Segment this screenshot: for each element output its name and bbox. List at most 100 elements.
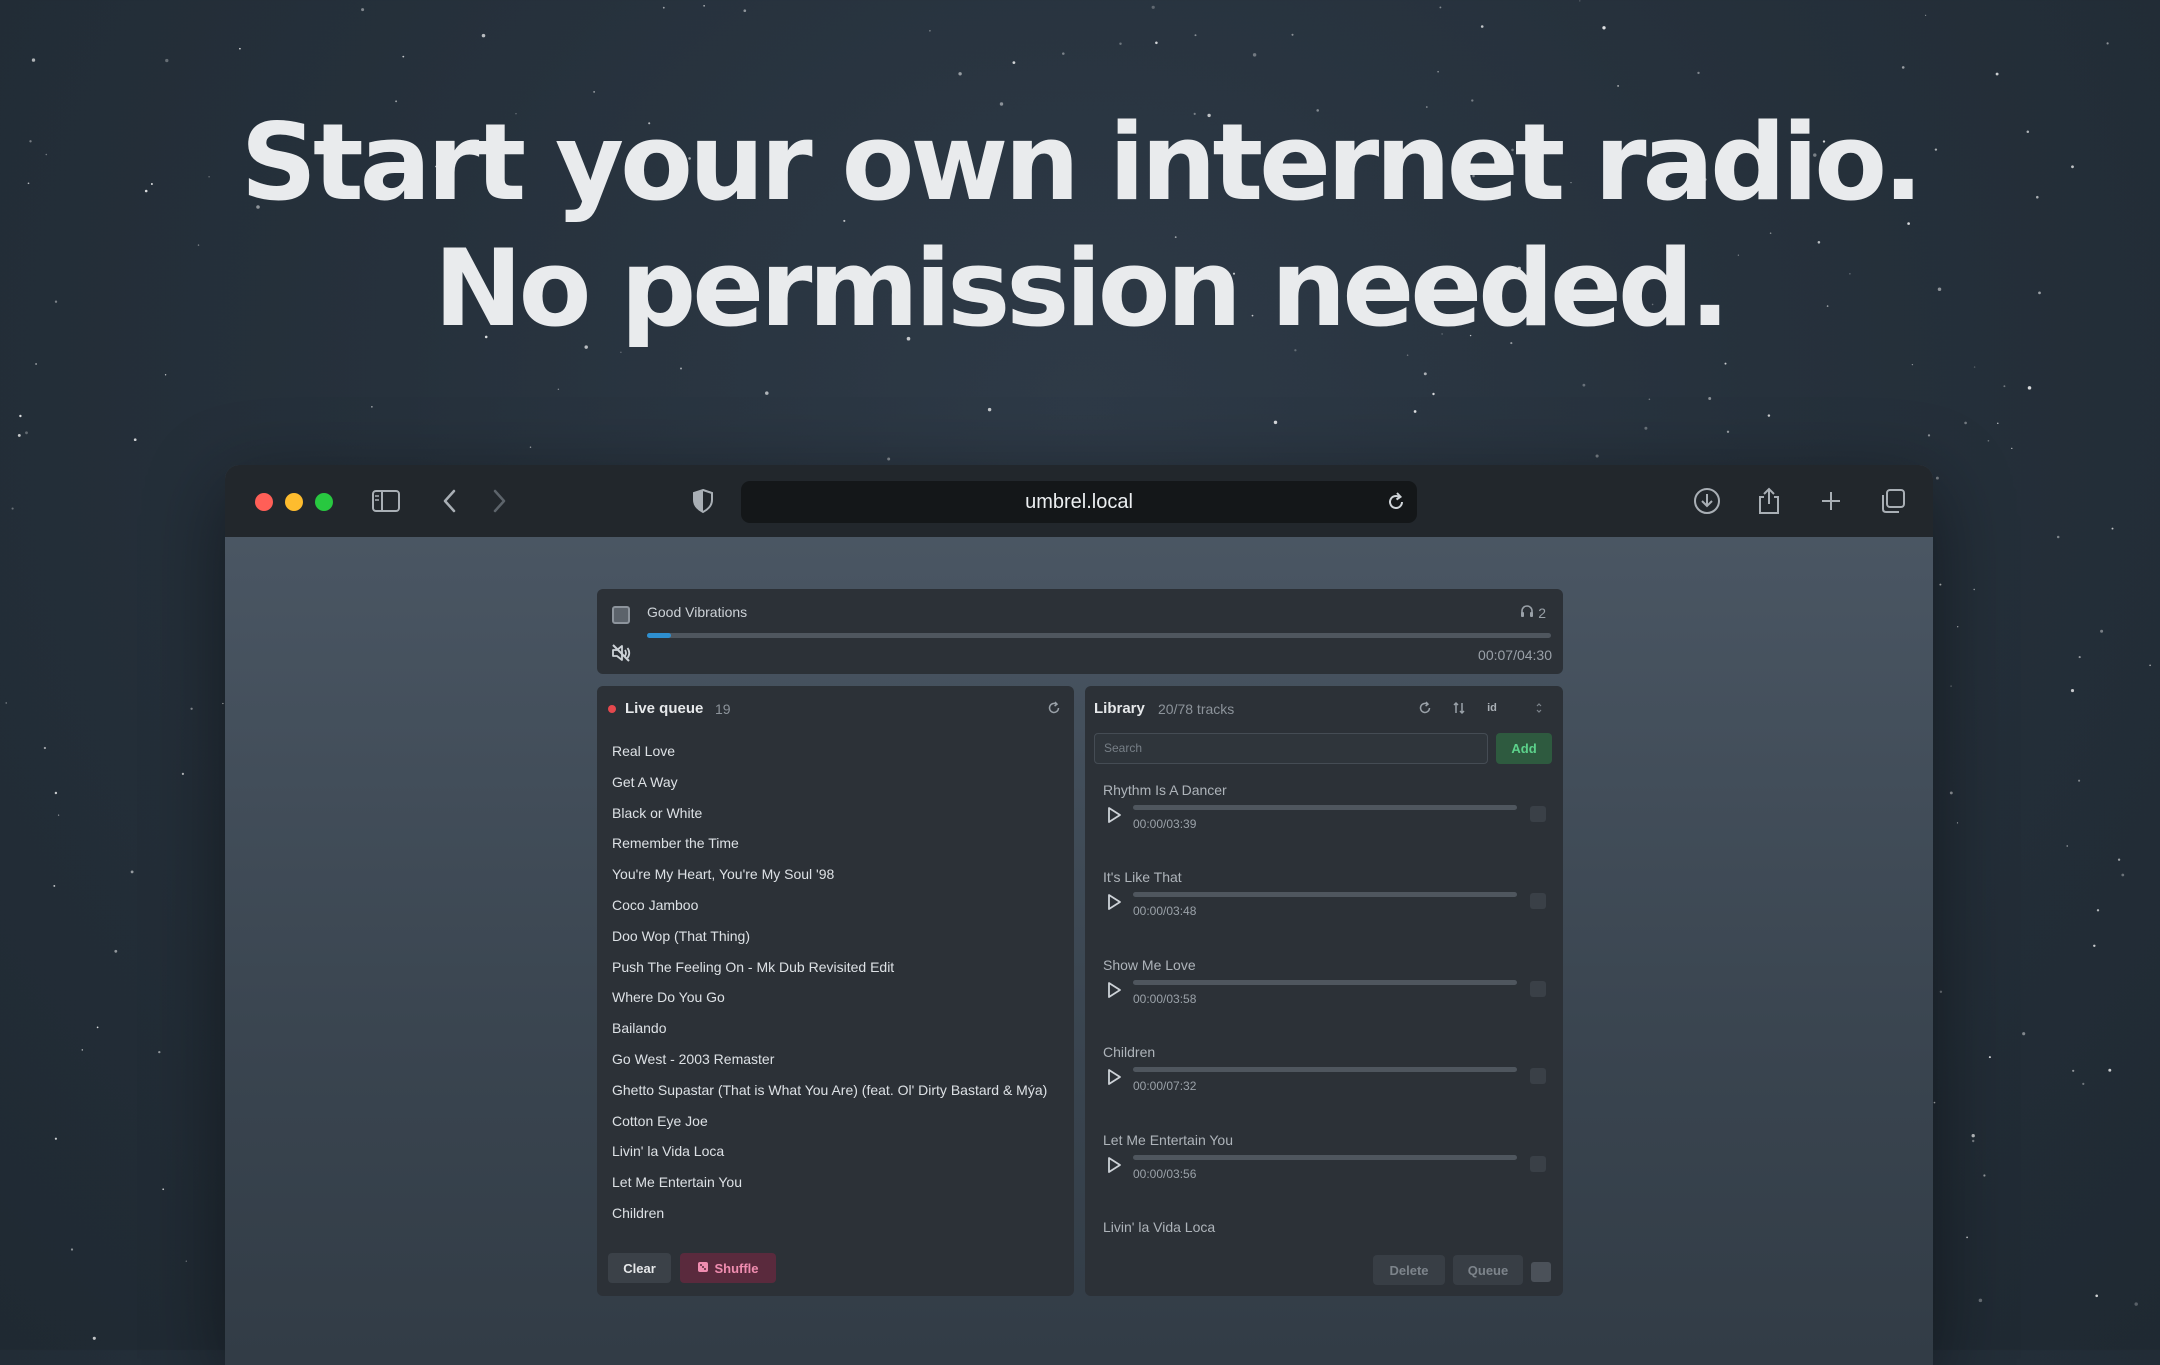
new-tab-icon[interactable]	[1815, 485, 1847, 517]
privacy-shield-icon[interactable]	[687, 485, 719, 517]
queue-item[interactable]: Livin' la Vida Loca	[612, 1136, 1062, 1167]
library-search-input[interactable]: Search	[1094, 733, 1488, 764]
zoom-window-button[interactable]	[315, 493, 333, 511]
dice-icon	[697, 1261, 709, 1276]
shuffle-button[interactable]: Shuffle	[680, 1253, 776, 1283]
track-time: 00:00/03:48	[1133, 904, 1197, 919]
play-icon[interactable]	[1106, 981, 1122, 999]
library-track: Livin' la Vida Loca	[1103, 1219, 1553, 1242]
add-track-label: Add	[1511, 741, 1537, 756]
track-progress-bar[interactable]	[1133, 1154, 1517, 1160]
play-icon[interactable]	[1106, 1068, 1122, 1086]
queue-item[interactable]: Doo Wop (That Thing)	[612, 921, 1062, 952]
library-track: It's Like That 00:00/03:48	[1103, 869, 1553, 956]
queue-item[interactable]: Show Me Love	[612, 1229, 1062, 1239]
library-panel: Library 20/78 tracks id Search Add Rhyth…	[1085, 686, 1563, 1296]
library-header: Library 20/78 tracks id	[1085, 686, 1563, 730]
clear-queue-label: Clear	[623, 1260, 656, 1276]
library-track: Let Me Entertain You 00:00/03:56	[1103, 1132, 1553, 1219]
queue-item[interactable]: Ghetto Supastar (That is What You Are) (…	[612, 1075, 1062, 1106]
muted-speaker-icon[interactable]	[610, 642, 632, 664]
track-select-checkbox[interactable]	[1530, 893, 1546, 910]
track-progress-bar[interactable]	[1133, 1067, 1517, 1073]
headline-line-2: No permission needed.	[433, 227, 1730, 350]
downloads-icon[interactable]	[1691, 485, 1723, 517]
browser-window: umbrel.local Good Vibrations 2 00:07/04:…	[225, 465, 1933, 1365]
queue-item[interactable]: Bailando	[612, 1013, 1062, 1044]
library-title: Library	[1094, 700, 1145, 717]
sort-dropdown-icon[interactable]	[1530, 699, 1548, 717]
queue-item[interactable]: Children	[612, 1198, 1062, 1229]
track-title: Rhythm Is A Dancer	[1103, 782, 1227, 798]
headphones-icon	[1520, 604, 1534, 621]
delete-label: Delete	[1389, 1262, 1429, 1278]
add-to-queue-label: Queue	[1467, 1262, 1509, 1278]
queue-item[interactable]: Go West - 2003 Remaster	[612, 1044, 1062, 1075]
sidebar-toggle-icon[interactable]	[370, 485, 402, 517]
play-icon[interactable]	[1106, 1156, 1122, 1174]
browser-toolbar: umbrel.local	[225, 465, 1933, 538]
queue-item[interactable]: Real Love	[612, 736, 1062, 767]
tab-overview-icon[interactable]	[1877, 485, 1909, 517]
track-time: 00:00/07:32	[1133, 1079, 1197, 1094]
forward-icon[interactable]	[483, 485, 515, 517]
library-track: Rhythm Is A Dancer 00:00/03:39	[1103, 782, 1553, 869]
headline-line-1: Start your own internet radio.	[240, 101, 1924, 224]
shuffle-label: Shuffle	[714, 1260, 759, 1276]
listener-count: 2	[1520, 604, 1546, 621]
play-icon[interactable]	[1106, 806, 1122, 824]
queue-item[interactable]: Black or White	[612, 798, 1062, 829]
minimize-window-button[interactable]	[285, 493, 303, 511]
track-title: Livin' la Vida Loca	[1103, 1219, 1216, 1235]
reload-icon[interactable]	[1385, 491, 1407, 513]
track-time: 00:00/03:56	[1133, 1166, 1197, 1181]
track-title: Children	[1103, 1044, 1156, 1061]
live-queue-header: Live queue 19	[597, 686, 1074, 730]
add-to-queue-button[interactable]: Queue	[1453, 1255, 1523, 1285]
queue-item[interactable]: Push The Feeling On - Mk Dub Revisited E…	[612, 952, 1062, 983]
queue-item[interactable]: Let Me Entertain You	[612, 1167, 1062, 1198]
track-select-checkbox[interactable]	[1530, 1068, 1546, 1085]
library-track: Children 00:00/07:32	[1103, 1044, 1553, 1131]
track-time: 00:00/03:39	[1133, 817, 1197, 831]
now-playing-bar: Good Vibrations 2 00:07/04:30	[597, 589, 1563, 674]
track-progress-bar[interactable]	[1133, 979, 1517, 985]
headline: Start your own internet radio. No permis…	[0, 100, 2160, 352]
live-queue-panel: Live queue 19 Real Love Get A Way Black or…	[597, 686, 1074, 1296]
sort-field-select[interactable]: id	[1483, 699, 1501, 717]
add-track-button[interactable]: Add	[1496, 733, 1552, 764]
track-select-checkbox[interactable]	[1530, 1155, 1546, 1172]
queue-item[interactable]: Where Do You Go	[612, 982, 1062, 1013]
close-window-button[interactable]	[255, 493, 273, 511]
live-queue-list[interactable]: Real Love Get A Way Black or White Remember…	[612, 736, 1062, 1239]
track-progress-bar[interactable]	[1133, 892, 1517, 898]
track-select-checkbox[interactable]	[1530, 980, 1546, 997]
now-playing-title: Good Vibrations	[647, 604, 748, 620]
back-icon[interactable]	[434, 485, 466, 517]
delete-button[interactable]: Delete	[1373, 1255, 1445, 1285]
track-progress-bar[interactable]	[1133, 805, 1517, 810]
select-all-checkbox[interactable]	[1531, 1262, 1551, 1282]
library-track-count: 20/78 tracks	[1158, 701, 1235, 717]
stop-button[interactable]	[612, 606, 630, 624]
refresh-icon[interactable]	[1045, 699, 1063, 717]
track-title: It's Like That	[1103, 869, 1182, 886]
refresh-library-icon[interactable]	[1416, 699, 1434, 717]
page-content: Good Vibrations 2 00:07/04:30 Live queue…	[225, 537, 1933, 1365]
share-icon[interactable]	[1753, 485, 1785, 517]
queue-item[interactable]: Coco Jamboo	[612, 890, 1062, 921]
queue-item[interactable]: Get A Way	[612, 767, 1062, 798]
listener-count-value: 2	[1538, 604, 1546, 621]
playback-progress-bar[interactable]	[647, 633, 1551, 638]
queue-item[interactable]: Remember the Time	[612, 828, 1062, 859]
address-bar[interactable]: umbrel.local	[741, 481, 1417, 523]
library-track-list[interactable]: Rhythm Is A Dancer 00:00/03:39 It's Like T…	[1085, 782, 1563, 1242]
track-select-checkbox[interactable]	[1530, 806, 1546, 822]
queue-item[interactable]: Cotton Eye Joe	[612, 1106, 1062, 1137]
sort-icon[interactable]	[1450, 699, 1468, 717]
track-time: 00:00/03:58	[1133, 991, 1197, 1006]
clear-queue-button[interactable]: Clear	[608, 1253, 671, 1283]
queue-item[interactable]: You're My Heart, You're My Soul '98	[612, 859, 1062, 890]
play-icon[interactable]	[1106, 893, 1122, 911]
track-title: Show Me Love	[1103, 956, 1196, 973]
